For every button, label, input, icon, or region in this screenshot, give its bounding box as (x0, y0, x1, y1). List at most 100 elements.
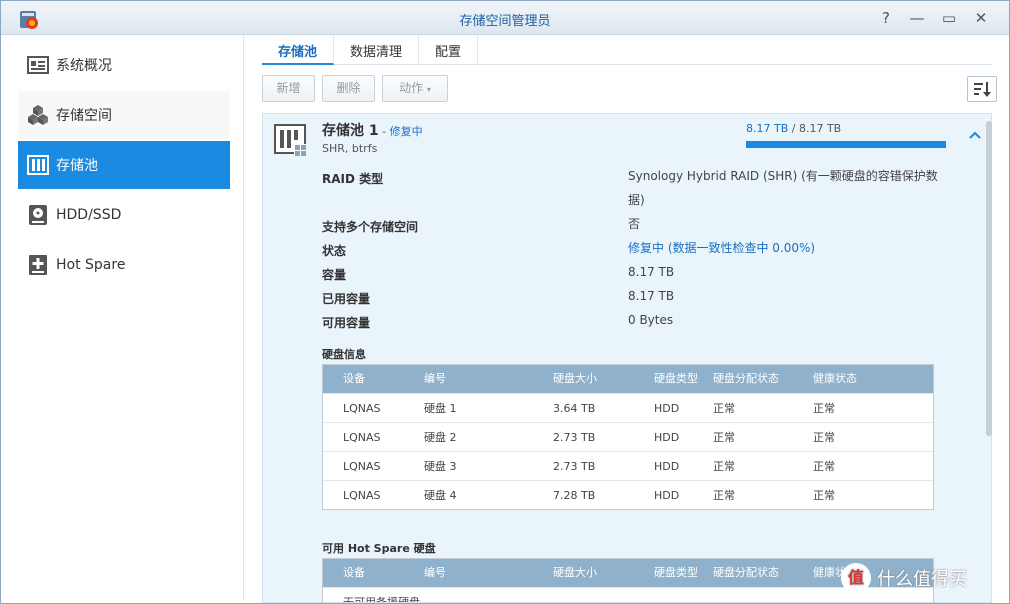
tab-data-scrubbing[interactable]: 数据清理 (334, 35, 420, 65)
capacity-total: 8.17 TB (798, 122, 842, 135)
caret-down-icon: ▾ (426, 85, 431, 94)
column-header[interactable]: 设备 (323, 365, 424, 393)
pool-separator: - (378, 125, 390, 138)
column-header[interactable]: 硬盘大小 (553, 365, 654, 393)
vertical-scrollbar[interactable] (986, 121, 992, 436)
minimize-button[interactable]: — (906, 7, 928, 29)
cell-number: 硬盘 1 (424, 402, 457, 415)
action-button-label: 动作 (399, 81, 424, 95)
maximize-button[interactable]: ▭ (938, 7, 960, 29)
prop-multi-volume-value: 否 (628, 217, 641, 231)
cell-allocation: 正常 (713, 460, 735, 473)
sidebar-item-storage-pool[interactable]: 存储池 (18, 141, 230, 189)
empty-message: 无可用备援硬盘 (343, 596, 420, 603)
disk-info-table: 设备 编号 硬盘大小 硬盘类型 硬盘分配状态 健康状态 LQNAS 硬盘 1 3… (322, 364, 934, 510)
column-header[interactable]: 硬盘类型 (654, 365, 713, 393)
cell-device: LQNAS (343, 402, 381, 415)
sidebar: 系统概况 存储空间 存储池 HDD/SSD Hot Spare (6, 35, 244, 601)
cell-size: 3.64 TB (553, 402, 596, 415)
pool-title: 存储池 1 - 修复中 (322, 120, 423, 140)
sort-icon (974, 82, 991, 97)
cell-device: LQNAS (343, 460, 381, 473)
close-button[interactable]: ✕ (970, 7, 992, 29)
prop-status-value: 修复中 (数据一致性检查中 0.00%) (628, 241, 816, 255)
toolbar: 新增 删除 动作 ▾ (262, 75, 997, 103)
table-row[interactable]: LQNAS 硬盘 1 3.64 TB HDD 正常 正常 (323, 393, 933, 422)
prop-raid-type-label: RAID 类型 (322, 172, 384, 186)
prop-multi-volume-label: 支持多个存储空间 (322, 220, 419, 234)
sidebar-item-hdd-ssd[interactable]: HDD/SSD (18, 191, 230, 239)
column-header[interactable]: 设备 (323, 559, 424, 587)
sort-button[interactable] (967, 76, 997, 102)
column-header[interactable]: 健康状态 (813, 365, 913, 393)
column-header[interactable]: 硬盘分配状态 (713, 559, 813, 587)
sidebar-item-hot-spare[interactable]: Hot Spare (18, 241, 230, 289)
pool-subtitle: SHR, btrfs (322, 142, 378, 155)
column-header[interactable]: 编号 (424, 559, 553, 587)
window-title: 存储空间管理员 (459, 14, 551, 29)
cubes-icon (26, 103, 50, 127)
tab-storage-pool[interactable]: 存储池 (262, 35, 335, 65)
prop-capacity-label: 容量 (322, 268, 347, 282)
storage-manager-window: 存储空间管理员 ? — ▭ ✕ 系统概况 存储空间 存储池 HDD/SSD Ho… (0, 0, 1010, 604)
cell-device: LQNAS (343, 489, 381, 502)
cell-type: HDD (654, 460, 680, 473)
cell-allocation: 正常 (713, 402, 735, 415)
prop-available-label: 可用容量 (322, 316, 371, 330)
overview-icon (26, 53, 50, 77)
hot-spare-icon (26, 253, 50, 277)
prop-used-label: 已用容量 (322, 292, 371, 306)
capacity-used: 8.17 TB (746, 122, 789, 135)
main-content: 存储池 数据清理 配置 新增 删除 动作 ▾ 存储池 1 - 修复中 SHR, … (246, 35, 1009, 603)
collapse-chevron-icon[interactable] (968, 128, 982, 144)
cell-health: 正常 (813, 431, 835, 444)
capacity-bar-fill (746, 141, 946, 148)
cell-number: 硬盘 4 (424, 489, 457, 502)
cell-size: 2.73 TB (553, 460, 596, 473)
column-header[interactable]: 硬盘类型 (654, 559, 713, 587)
storage-pool-panel: 存储池 1 - 修复中 SHR, btrfs 8.17 TB / 8.17 TB… (262, 113, 992, 603)
sidebar-item-label: 存储池 (56, 158, 98, 174)
prop-status-label: 状态 (322, 244, 347, 258)
watermark-text: 什么值得买 (877, 569, 967, 590)
table-row[interactable]: LQNAS 硬盘 4 7.28 TB HDD 正常 正常 (323, 480, 933, 509)
cell-allocation: 正常 (713, 489, 735, 502)
column-header[interactable]: 硬盘大小 (553, 559, 654, 587)
cell-type: HDD (654, 489, 680, 502)
table-row[interactable]: LQNAS 硬盘 2 2.73 TB HDD 正常 正常 (323, 422, 933, 451)
tab-bar: 存储池 数据清理 配置 (262, 35, 992, 65)
sidebar-item-label: 系统概况 (56, 58, 112, 74)
capacity-separator: / (788, 122, 799, 135)
cell-size: 2.73 TB (553, 431, 596, 444)
title-bar[interactable]: 存储空间管理员 ? — ▭ ✕ (1, 1, 1009, 35)
table-header: 设备 编号 硬盘大小 硬盘类型 硬盘分配状态 健康状态 (323, 365, 933, 393)
cell-health: 正常 (813, 402, 835, 415)
tab-settings[interactable]: 配置 (419, 35, 479, 65)
cell-allocation: 正常 (713, 431, 735, 444)
cell-device: LQNAS (343, 431, 381, 444)
help-button[interactable]: ? (875, 7, 897, 29)
prop-raid-type-value: Synology Hybrid RAID (SHR) (有一颗硬盘的容错保护数据… (628, 169, 938, 207)
column-header[interactable]: 硬盘分配状态 (713, 365, 813, 393)
cell-type: HDD (654, 431, 680, 444)
delete-button[interactable]: 删除 (322, 75, 375, 102)
sidebar-item-overview[interactable]: 系统概况 (18, 41, 230, 89)
capacity-bar (746, 141, 946, 148)
sidebar-item-label: HDD/SSD (56, 207, 122, 223)
action-button[interactable]: 动作 ▾ (382, 75, 448, 102)
storage-pool-icon (274, 124, 306, 156)
prop-used-value: 8.17 TB (628, 289, 675, 303)
pool-status-link[interactable]: 修复中 (390, 125, 423, 138)
create-button[interactable]: 新增 (262, 75, 315, 102)
disk-info-title: 硬盘信息 (322, 348, 366, 361)
table-row[interactable]: LQNAS 硬盘 3 2.73 TB HDD 正常 正常 (323, 451, 933, 480)
capacity-text: 8.17 TB / 8.17 TB (746, 122, 841, 135)
sidebar-item-label: 存储空间 (56, 108, 112, 124)
cell-size: 7.28 TB (553, 489, 596, 502)
sidebar-item-volume[interactable]: 存储空间 (18, 91, 230, 139)
sidebar-item-label: Hot Spare (56, 257, 126, 273)
cell-number: 硬盘 2 (424, 431, 457, 444)
storage-pool-icon (26, 153, 50, 177)
column-header[interactable]: 编号 (424, 365, 553, 393)
prop-capacity-value: 8.17 TB (628, 265, 675, 279)
